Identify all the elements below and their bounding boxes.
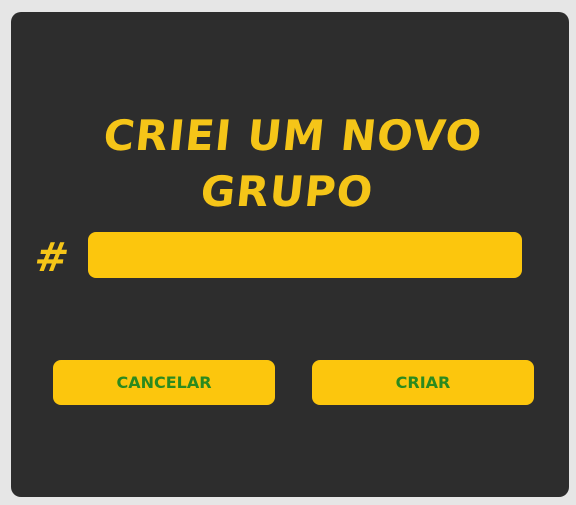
create-button[interactable]: CRIAR [312,360,534,405]
dialog-title-line-1: CRIEI UM NOVO [101,111,485,160]
dialog-title: CRIEI UM NOVO GRUPO [5,108,575,220]
create-group-dialog: CRIEI UM NOVO GRUPO # CANCELAR CRIAR [11,12,569,497]
group-name-input[interactable] [88,232,522,278]
hash-icon: # [31,235,72,281]
cancel-button[interactable]: CANCELAR [53,360,275,405]
dialog-title-line-2: GRUPO [198,167,376,216]
